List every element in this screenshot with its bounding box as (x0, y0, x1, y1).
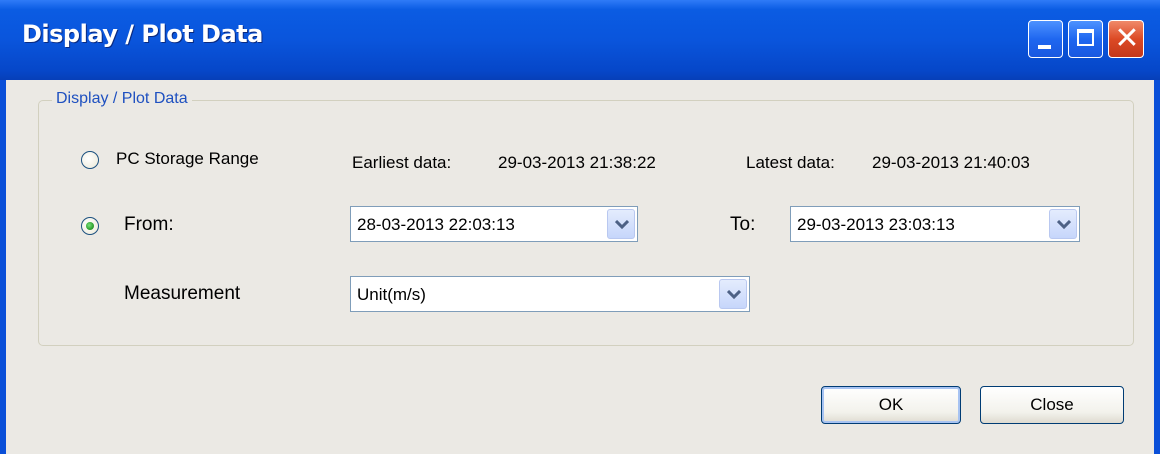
to-date-dropdown[interactable]: 29-03-2013 23:03:13 (790, 206, 1080, 242)
to-date-value: 29-03-2013 23:03:13 (797, 215, 955, 234)
dialog-client-area: Display / Plot Data PC Storage Range Ear… (6, 80, 1154, 454)
measurement-dropdown-arrow-button[interactable] (719, 279, 747, 309)
close-button[interactable]: Close (980, 386, 1124, 424)
chevron-down-icon (615, 220, 629, 230)
from-dropdown-arrow-button[interactable] (607, 209, 635, 239)
minimize-button[interactable] (1028, 20, 1063, 58)
measurement-label: Measurement (124, 283, 241, 304)
title-bar[interactable]: Display / Plot Data ✕ (0, 0, 1160, 80)
earliest-data-value: 29-03-2013 21:38:22 (498, 153, 656, 172)
from-radio[interactable] (81, 217, 99, 235)
from-label[interactable]: From: (124, 214, 174, 236)
from-date-value: 28-03-2013 22:03:13 (357, 215, 515, 234)
pc-storage-range-label[interactable]: PC Storage Range (116, 149, 259, 169)
to-dropdown-arrow-button[interactable] (1049, 209, 1077, 239)
ok-button[interactable]: OK (821, 386, 961, 424)
maximize-icon (1077, 29, 1094, 46)
groupbox-legend: Display / Plot Data (52, 90, 192, 108)
latest-data-value: 29-03-2013 21:40:03 (872, 153, 1030, 172)
maximize-button[interactable] (1068, 20, 1103, 58)
measurement-value: Unit(m/s) (357, 285, 426, 304)
radio-selected-dot (86, 222, 94, 230)
latest-data-label: Latest data: (746, 153, 835, 172)
earliest-data-label: Earliest data: (352, 153, 452, 172)
dialog-window: Display / Plot Data ✕ Display / Plot Dat… (0, 0, 1160, 454)
window-title: Display / Plot Data (22, 20, 263, 48)
close-window-button[interactable]: ✕ (1108, 20, 1144, 58)
chevron-down-icon (727, 290, 741, 300)
chevron-down-icon (1057, 220, 1071, 230)
minimize-icon (1038, 45, 1051, 49)
pc-storage-range-radio[interactable] (81, 151, 99, 169)
to-label: To: (730, 214, 756, 235)
measurement-dropdown[interactable]: Unit(m/s) (350, 276, 750, 312)
close-icon: ✕ (1114, 22, 1140, 55)
from-date-dropdown[interactable]: 28-03-2013 22:03:13 (350, 206, 638, 242)
